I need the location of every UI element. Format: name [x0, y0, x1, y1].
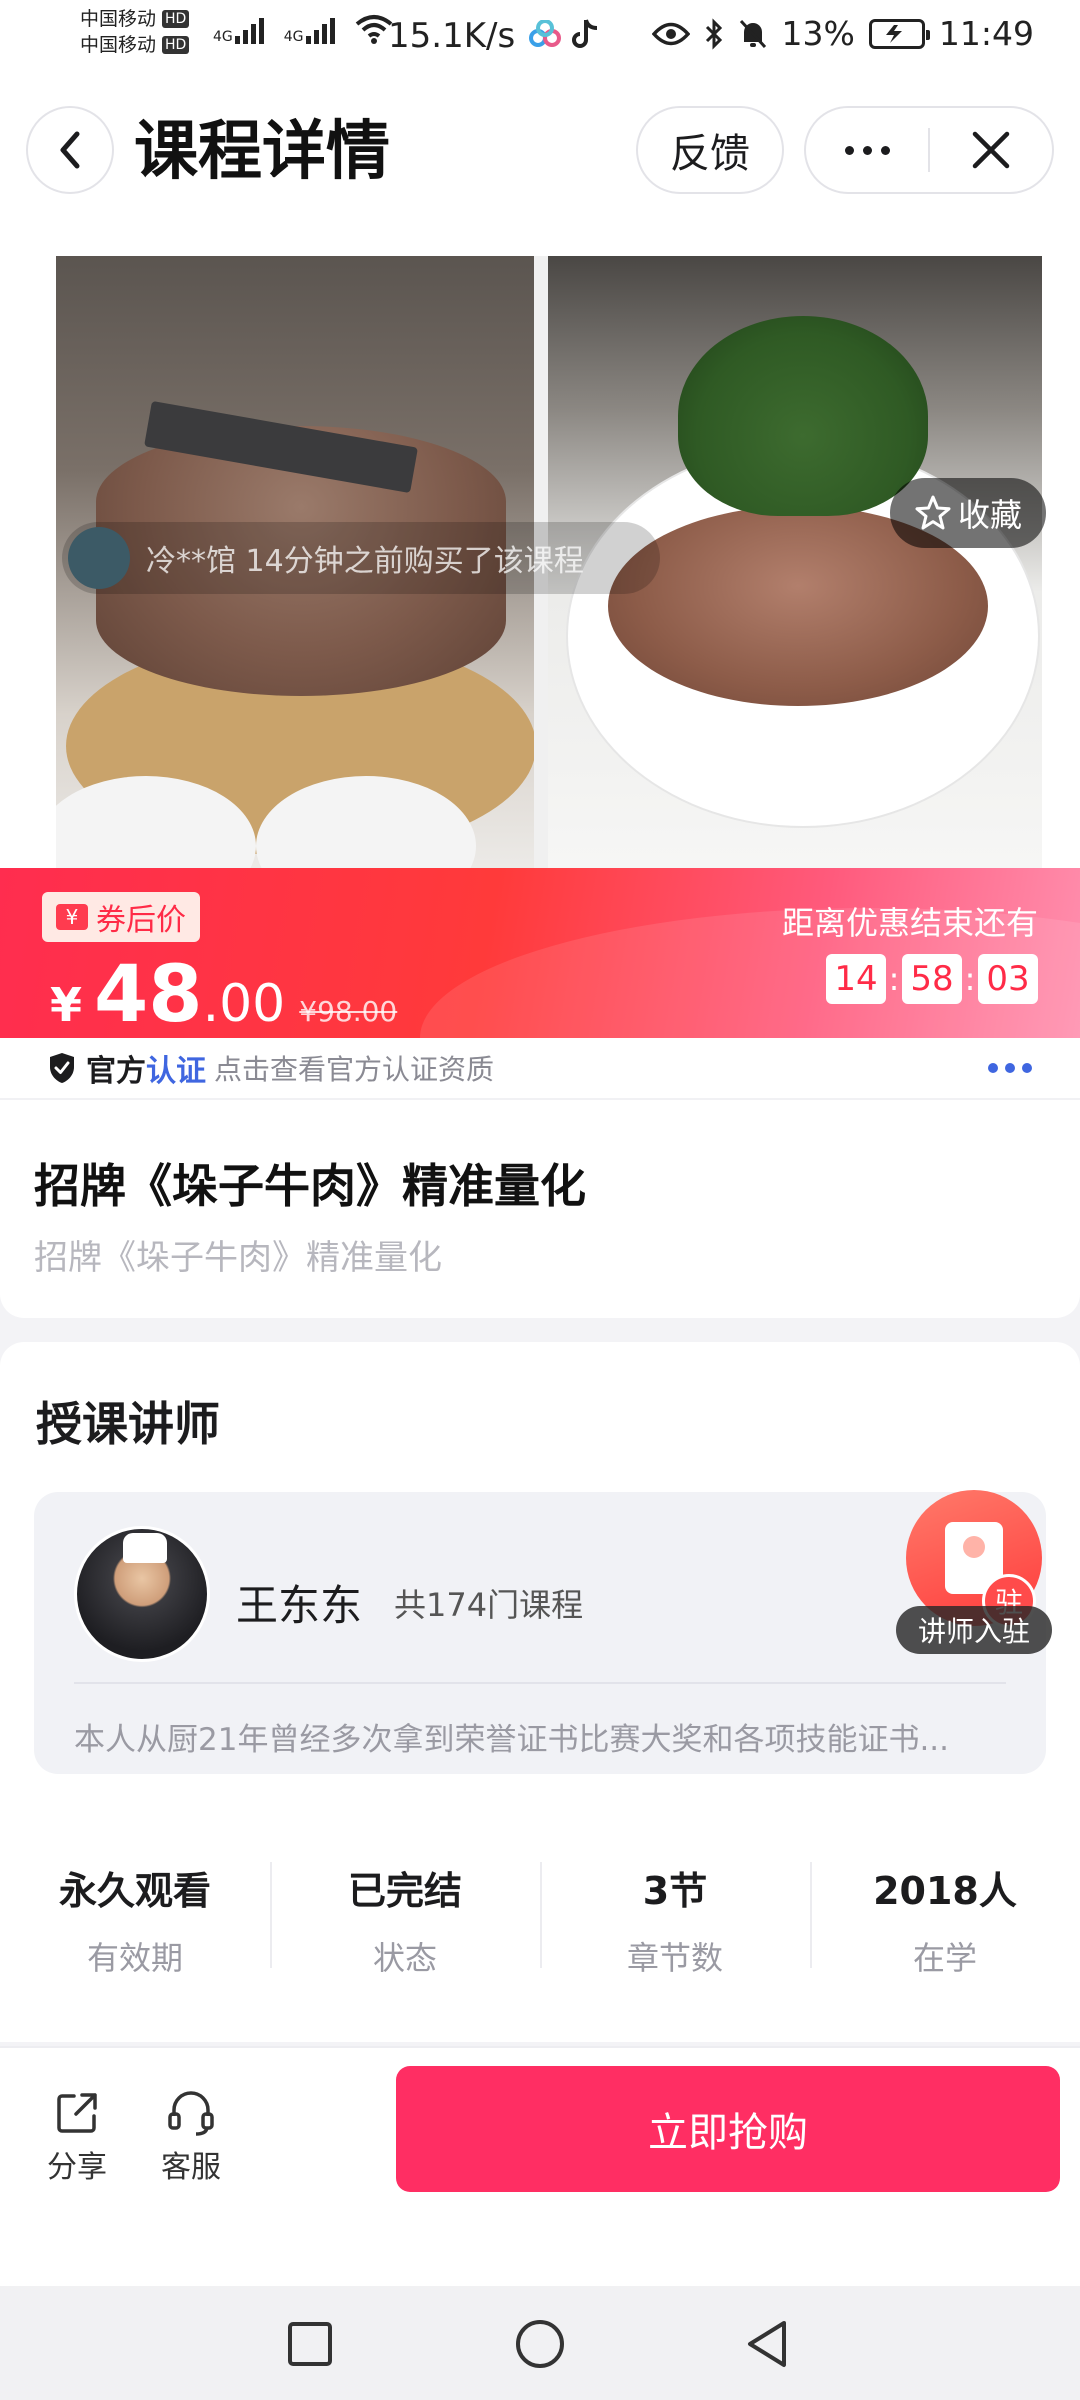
- share-button[interactable]: 分享: [32, 2090, 122, 2186]
- carrier-2: 中国移动: [80, 34, 157, 56]
- feedback-button[interactable]: 反馈: [636, 106, 784, 194]
- signal-icon: [305, 16, 335, 44]
- signal-icon: [234, 16, 264, 44]
- buy-now-button[interactable]: 立即抢购: [396, 2066, 1060, 2192]
- service-label: 客服: [161, 2150, 221, 2185]
- battery-percent: 13%: [781, 14, 855, 53]
- bluetooth-icon: [705, 17, 722, 50]
- stat-label: 状态: [372, 1939, 437, 1977]
- countdown-label: 距离优惠结束还有: [781, 904, 1038, 942]
- coupon-icon: ¥: [56, 904, 88, 930]
- course-title: 招牌《垛子牛肉》精准量化: [34, 1159, 586, 1213]
- divider: [74, 1682, 1006, 1684]
- stat-label: 章节数: [626, 1939, 723, 1977]
- stat-value: 永久观看: [58, 1869, 211, 1913]
- stat-label: 在学: [912, 1939, 977, 1977]
- purchase-ticker: 冷**馆 14分钟之前购买了该课程: [62, 522, 660, 594]
- favorite-button[interactable]: 收藏: [890, 478, 1046, 548]
- customer-service-button[interactable]: 客服: [146, 2090, 236, 2186]
- buyer-avatar: [68, 527, 130, 589]
- carrier-info: 中国移动 HD 中国移动 HD: [80, 6, 190, 58]
- stat-label: 有效期: [86, 1939, 183, 1977]
- signal-icons: 4G 4G: [213, 14, 393, 44]
- stat-learners: 2018人 在学: [810, 1842, 1080, 1977]
- tiktok-icon: [572, 19, 598, 48]
- more-dots-icon: [844, 145, 890, 155]
- cert-brand-official: 官方: [86, 1054, 146, 1089]
- bottom-action-bar: 分享 客服 立即抢购: [0, 2046, 1080, 2286]
- hd-badge: HD: [162, 10, 190, 28]
- join-label: 讲师入驻: [896, 1606, 1052, 1654]
- star-icon: [915, 495, 951, 530]
- app-notification-icon: [529, 20, 561, 47]
- wifi-icon: [355, 15, 392, 44]
- network-speed: 15.1K/s: [388, 16, 516, 56]
- net-type-1: 4G: [213, 29, 233, 45]
- countdown-hours: 14: [826, 954, 886, 1004]
- back-nav-icon[interactable]: [742, 2318, 794, 2370]
- stat-status: 已完结 状态: [270, 1842, 540, 1977]
- page-header: 课程详情 反馈: [0, 78, 1080, 228]
- section-title: 授课讲师: [36, 1397, 220, 1451]
- eye-icon: [651, 22, 690, 45]
- battery-icon: [868, 18, 930, 49]
- share-label: 分享: [47, 2150, 107, 2185]
- back-button[interactable]: [26, 106, 114, 194]
- cert-description: 点击查看官方认证资质: [214, 1053, 495, 1086]
- more-dots-icon[interactable]: [988, 1063, 1032, 1073]
- home-icon[interactable]: [514, 2318, 566, 2370]
- countdown-timer: 14 : 58 : 03: [826, 954, 1038, 1004]
- teacher-section: 授课讲师 王东东 共174门课程 本人从厨21年曾经多次拿到荣誉证书比赛大奖和各…: [0, 1342, 1080, 2042]
- official-certification-row[interactable]: 官方 认证 点击查看官方认证资质: [0, 1038, 1080, 1100]
- stat-value: 已完结: [347, 1869, 462, 1913]
- promo-price-band: ¥ 券后价 ¥ 48 .00 ¥98.00 距离优惠结束还有 14 : 58 :…: [0, 868, 1080, 1038]
- purchase-ticker-text: 冷**馆 14分钟之前购买了该课程: [146, 544, 584, 579]
- price-decimal: .00: [202, 974, 286, 1034]
- net-type-2: 4G: [283, 29, 304, 45]
- avatar: [74, 1526, 210, 1662]
- share-icon: [57, 2093, 97, 2133]
- price-integer: 48: [94, 950, 203, 1038]
- countdown-minutes: 58: [902, 954, 962, 1004]
- teacher-card[interactable]: 王东东 共174门课程 本人从厨21年曾经多次拿到荣誉证书比赛大奖和各项技能证书…: [34, 1492, 1046, 1774]
- headset-icon: [168, 2091, 214, 2136]
- status-bar: 中国移动 HD 中国移动 HD 4G 4G 15.1K/s 13% 11:49: [0, 0, 1080, 78]
- chevron-left-icon: [60, 131, 80, 169]
- course-detail-page: 中国移动 HD 中国移动 HD 4G 4G 15.1K/s 13% 11:49: [0, 0, 1080, 2400]
- teacher-course-count: 共174门课程: [394, 1586, 584, 1624]
- countdown-seconds: 03: [978, 954, 1038, 1004]
- price: ¥ 48 .00 ¥98.00: [50, 950, 397, 1038]
- more-button[interactable]: [806, 108, 928, 192]
- course-title-card: 招牌《垛子牛肉》精准量化 招牌《垛子牛肉》精准量化: [0, 1100, 1080, 1318]
- status-right: 13% 11:49: [651, 14, 1034, 53]
- close-icon: [972, 131, 1010, 169]
- hd-badge: HD: [162, 36, 190, 54]
- shield-check-icon: [50, 1053, 74, 1083]
- favorite-label: 收藏: [957, 496, 1022, 534]
- close-button[interactable]: [930, 108, 1052, 192]
- cert-brand-certified: 认证: [146, 1054, 206, 1089]
- mute-icon: [739, 19, 766, 48]
- clock: 11:49: [938, 14, 1034, 53]
- stat-chapters: 3节 章节数: [540, 1842, 810, 1977]
- recent-apps-icon[interactable]: [284, 2318, 336, 2370]
- teacher-bio: 本人从厨21年曾经多次拿到荣誉证书比赛大奖和各项技能证书...: [74, 1722, 950, 1758]
- carrier-1: 中国移动: [80, 8, 157, 30]
- coupon-label: 券后价: [96, 903, 186, 938]
- page-title: 课程详情: [134, 115, 390, 189]
- mini-program-capsule: [804, 106, 1054, 194]
- stat-value: 2018人: [873, 1869, 1017, 1913]
- currency-symbol: ¥: [50, 978, 83, 1032]
- coupon-tag: ¥ 券后价: [42, 892, 200, 942]
- course-stats: 永久观看 有效期 已完结 状态 3节 章节数 2018人 在学: [0, 1842, 1080, 1977]
- stat-validity: 永久观看 有效期: [0, 1842, 270, 1977]
- course-cover: 冷**馆 14分钟之前购买了该课程 收藏: [0, 228, 1080, 868]
- teacher-name: 王东东: [236, 1581, 363, 1630]
- teacher-join-button[interactable]: 驻 讲师入驻: [896, 1490, 1052, 1654]
- stat-value: 3节: [642, 1869, 708, 1913]
- system-nav-bar: [0, 2286, 1080, 2400]
- course-subtitle: 招牌《垛子牛肉》精准量化: [34, 1238, 442, 1278]
- original-price: ¥98.00: [299, 995, 398, 1028]
